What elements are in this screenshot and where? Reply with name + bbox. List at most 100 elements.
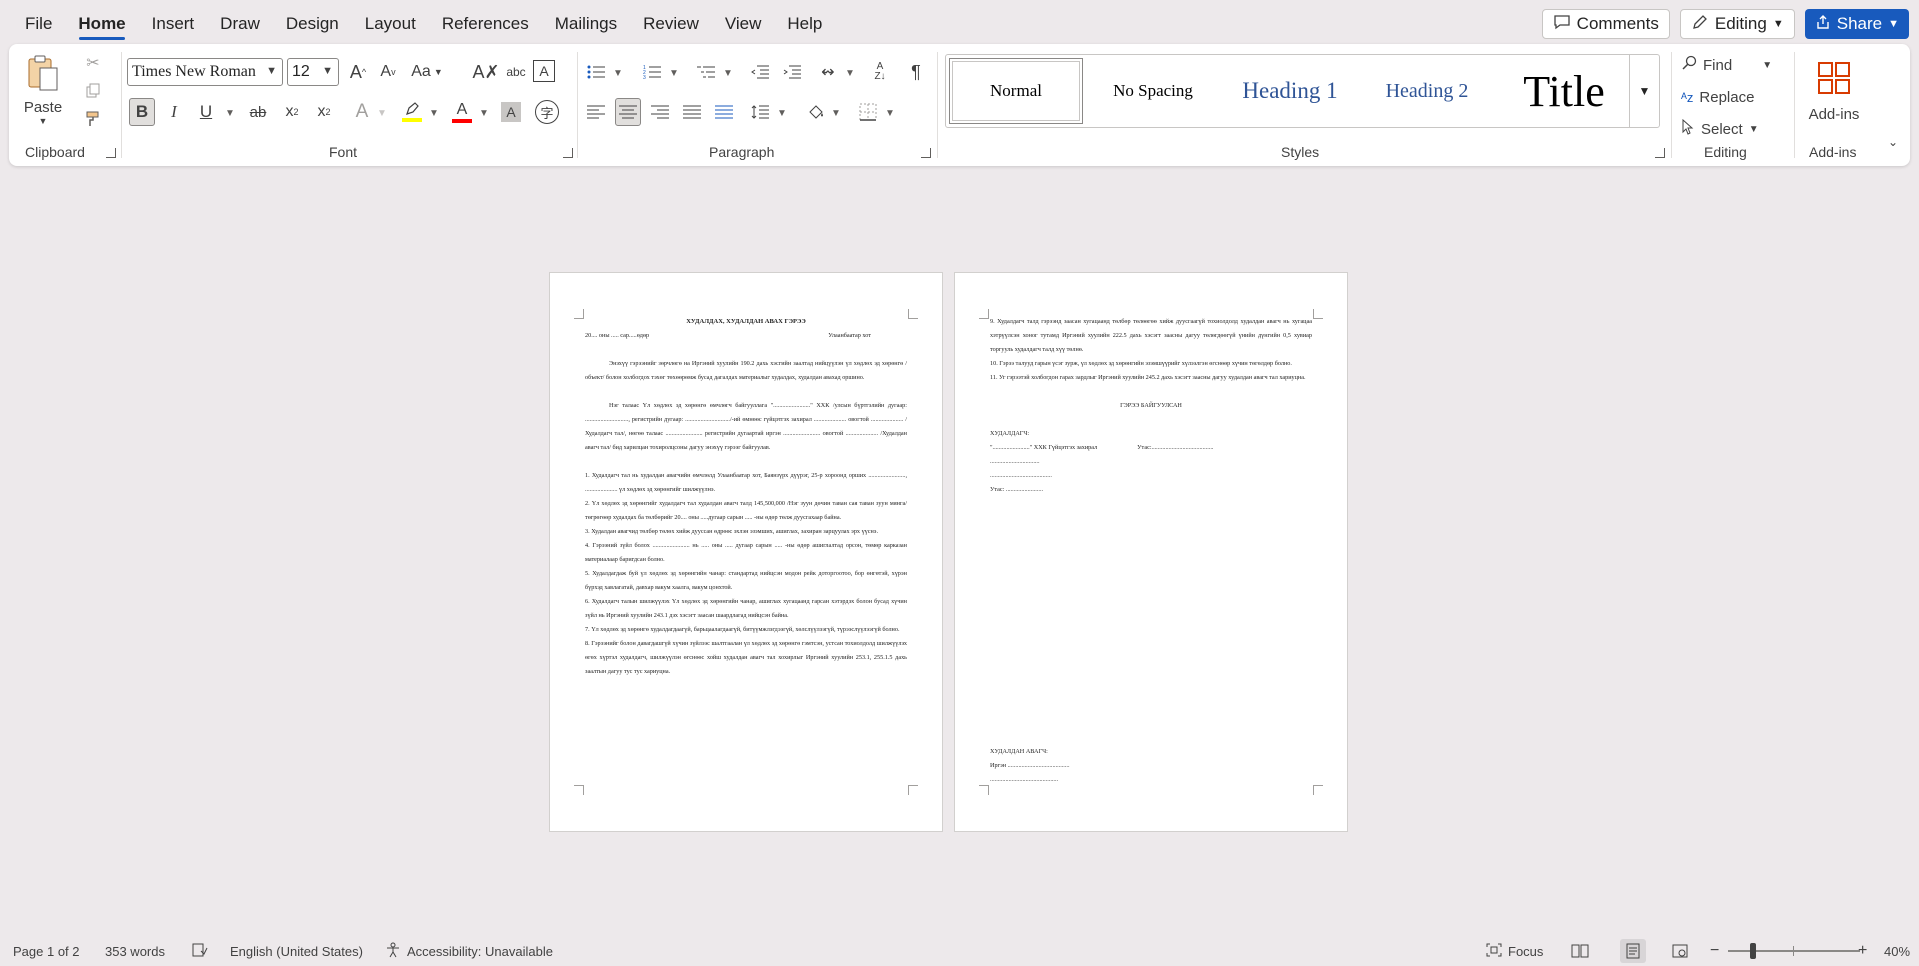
text-direction-icon[interactable]: ↭ bbox=[815, 58, 841, 86]
bold-button[interactable]: B bbox=[129, 98, 155, 126]
find-button[interactable]: Find ▼ bbox=[1681, 52, 1772, 78]
chevron-down-icon[interactable]: ▼ bbox=[429, 108, 439, 119]
read-mode-icon[interactable] bbox=[1571, 936, 1589, 966]
decrease-indent-icon[interactable] bbox=[747, 58, 773, 86]
collapse-ribbon-icon[interactable]: ⌄ bbox=[1883, 132, 1903, 152]
character-border-icon[interactable]: A bbox=[533, 60, 555, 82]
share-button[interactable]: Share ▼ bbox=[1804, 9, 1909, 39]
sort-icon[interactable]: A Z↓ bbox=[867, 58, 893, 86]
menu-help[interactable]: Help bbox=[774, 0, 835, 44]
comments-button[interactable]: Comments bbox=[1541, 9, 1670, 39]
date-line: 20.... оны ..... сар.....өдөр bbox=[585, 332, 650, 339]
copy-icon[interactable] bbox=[82, 80, 104, 102]
style-heading-2[interactable]: Heading 2 bbox=[1360, 58, 1494, 124]
numbering-icon[interactable]: 123 bbox=[639, 58, 665, 86]
enclose-characters-icon[interactable]: 字 bbox=[535, 100, 559, 124]
styles-dialog-launcher[interactable] bbox=[1655, 148, 1665, 158]
borders-icon[interactable] bbox=[855, 98, 881, 126]
menu-insert[interactable]: Insert bbox=[139, 0, 208, 44]
format-painter-icon[interactable] bbox=[82, 108, 104, 130]
zoom-slider[interactable] bbox=[1728, 936, 1860, 966]
menu-review[interactable]: Review bbox=[630, 0, 712, 44]
align-center-icon[interactable] bbox=[615, 98, 641, 126]
style-heading-1[interactable]: Heading 1 bbox=[1223, 58, 1357, 124]
menu-references[interactable]: References bbox=[429, 0, 542, 44]
styles-more-button[interactable]: ▼ bbox=[1629, 55, 1659, 127]
page-corner-mark bbox=[1313, 309, 1323, 319]
highlight-color-icon[interactable] bbox=[399, 98, 425, 126]
style-no-spacing[interactable]: No Spacing bbox=[1086, 58, 1220, 124]
menu-design[interactable]: Design bbox=[273, 0, 352, 44]
show-formatting-marks-icon[interactable]: ¶ bbox=[903, 58, 929, 86]
phonetic-guide-icon[interactable]: abc bbox=[503, 58, 529, 86]
zoom-out-button[interactable]: − bbox=[1710, 936, 1719, 966]
chevron-down-icon[interactable]: ▼ bbox=[777, 108, 787, 119]
zoom-slider-thumb[interactable] bbox=[1750, 943, 1756, 959]
replace-button[interactable]: ᴬᴢ Replace bbox=[1681, 84, 1754, 110]
character-shading-icon[interactable]: A bbox=[501, 102, 521, 122]
menu-view[interactable]: View bbox=[712, 0, 775, 44]
style-normal[interactable]: Normal bbox=[949, 58, 1083, 124]
bullets-icon[interactable] bbox=[583, 58, 609, 86]
word-count[interactable]: 353 words bbox=[105, 936, 165, 966]
page-count[interactable]: Page 1 of 2 bbox=[13, 936, 80, 966]
accessibility-button[interactable]: Accessibility: Unavailable bbox=[385, 936, 553, 966]
strikethrough-button[interactable]: ab bbox=[243, 98, 273, 126]
accessibility-label: Accessibility: Unavailable bbox=[407, 943, 553, 959]
editing-mode-button[interactable]: Editing ▼ bbox=[1679, 9, 1795, 39]
style-title[interactable]: Title bbox=[1497, 58, 1631, 124]
focus-button[interactable]: Focus bbox=[1486, 936, 1543, 966]
document-page-1[interactable]: ХУДАЛДАХ, ХУДАЛДАН АВАХ ГЭРЭЭ 20.... оны… bbox=[549, 272, 943, 832]
menu-home[interactable]: Home bbox=[65, 0, 138, 44]
chevron-down-icon[interactable]: ▼ bbox=[377, 108, 387, 119]
text-effects-icon[interactable]: A bbox=[349, 98, 375, 126]
clipboard-dialog-launcher[interactable] bbox=[106, 148, 116, 158]
grow-font-icon[interactable]: A ^ bbox=[345, 58, 371, 86]
zoom-level[interactable]: 40% bbox=[1884, 936, 1910, 966]
increase-indent-icon[interactable] bbox=[779, 58, 805, 86]
clause: 2. Үл хөдлөх эд хөрөнгийг худалдагч тал … bbox=[585, 500, 907, 521]
clear-formatting-icon[interactable]: A✗ bbox=[472, 58, 499, 86]
italic-button[interactable]: I bbox=[161, 98, 187, 126]
font-size-combo[interactable]: 12 ▼ bbox=[287, 58, 339, 86]
print-layout-icon[interactable] bbox=[1620, 939, 1646, 963]
paste-button[interactable]: Paste ▼ bbox=[23, 50, 63, 130]
multilevel-list-icon[interactable] bbox=[693, 58, 719, 86]
distributed-icon[interactable] bbox=[711, 98, 737, 126]
web-layout-icon[interactable] bbox=[1672, 936, 1688, 966]
superscript-button[interactable]: x2 bbox=[311, 98, 337, 126]
shrink-font-icon[interactable]: Av bbox=[375, 58, 401, 86]
cut-icon[interactable]: ✂ bbox=[82, 52, 104, 74]
chevron-down-icon[interactable]: ▼ bbox=[613, 68, 623, 79]
font-name-combo[interactable]: Times New Roman ▼ bbox=[127, 58, 283, 86]
align-left-icon[interactable] bbox=[583, 98, 609, 126]
chevron-down-icon[interactable]: ▼ bbox=[479, 108, 489, 119]
justify-icon[interactable] bbox=[679, 98, 705, 126]
menu-file[interactable]: File bbox=[12, 0, 65, 44]
font-color-icon[interactable]: A bbox=[449, 98, 475, 126]
select-button[interactable]: Select ▼ bbox=[1681, 116, 1759, 142]
chevron-down-icon[interactable]: ▼ bbox=[885, 108, 895, 119]
chevron-down-icon[interactable]: ▼ bbox=[669, 68, 679, 79]
subscript-button[interactable]: x2 bbox=[279, 98, 305, 126]
menu-mailings[interactable]: Mailings bbox=[542, 0, 630, 44]
shading-icon[interactable] bbox=[803, 98, 829, 126]
paragraph-dialog-launcher[interactable] bbox=[921, 148, 931, 158]
chevron-down-icon[interactable]: ▼ bbox=[845, 68, 855, 79]
menu-draw[interactable]: Draw bbox=[207, 0, 273, 44]
align-right-icon[interactable] bbox=[647, 98, 673, 126]
font-dialog-launcher[interactable] bbox=[563, 148, 573, 158]
line-spacing-icon[interactable] bbox=[747, 98, 773, 126]
chevron-down-icon[interactable]: ▼ bbox=[225, 108, 235, 119]
change-case-icon[interactable]: Aa ▼ bbox=[407, 58, 447, 86]
language-button[interactable]: English (United States) bbox=[230, 936, 363, 966]
add-ins-button[interactable]: Add-ins bbox=[1799, 52, 1869, 132]
zoom-in-button[interactable]: + bbox=[1858, 936, 1867, 966]
document-page-2[interactable]: 9. Худалдагч талд гэрээнд заасан хугацаа… bbox=[954, 272, 1348, 832]
underline-button[interactable]: U bbox=[193, 98, 219, 126]
chevron-down-icon[interactable]: ▼ bbox=[723, 68, 733, 79]
menu-bar: File Home Insert Draw Design Layout Refe… bbox=[0, 0, 1919, 44]
proofing-button[interactable] bbox=[192, 936, 208, 966]
chevron-down-icon[interactable]: ▼ bbox=[831, 108, 841, 119]
menu-layout[interactable]: Layout bbox=[352, 0, 429, 44]
